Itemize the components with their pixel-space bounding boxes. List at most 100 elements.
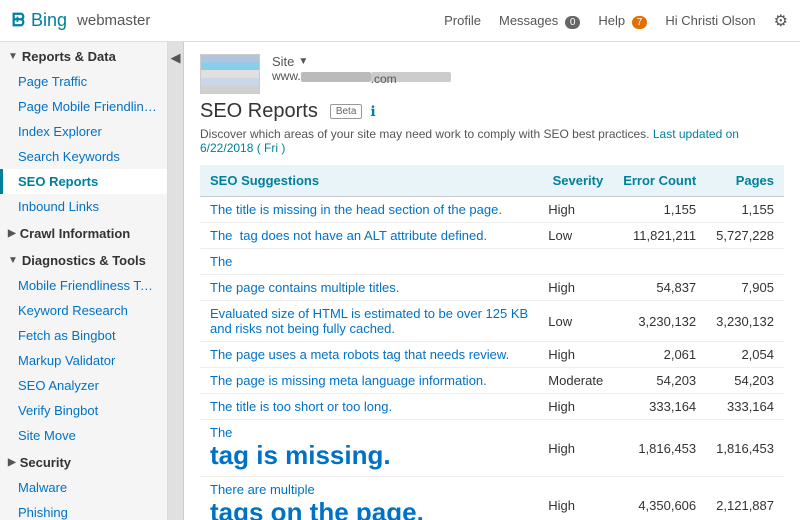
sidebar-item-phishing[interactable]: Phishing <box>0 500 167 520</box>
suggestion-link[interactable]: The title is missing in the head section… <box>210 202 502 217</box>
suggestion-link[interactable]: The page contains multiple titles. <box>210 280 399 295</box>
severity-cell: High <box>538 342 613 368</box>
suggestion-link[interactable]: tag is missing. <box>210 440 391 470</box>
collapse-icon: ◀ <box>171 50 181 66</box>
sidebar-item-search-keywords[interactable]: Search Keywords <box>0 144 167 169</box>
pages-cell: 333,164 <box>706 394 784 420</box>
sidebar-item-page-traffic[interactable]: Page Traffic <box>0 69 167 94</box>
sidebar-item-seo-reports[interactable]: SEO Reports <box>0 169 167 194</box>
sidebar: ▼ Reports & Data Page Traffic Page Mobil… <box>0 42 168 520</box>
pages-cell: 7,905 <box>706 275 784 301</box>
bing-text: Bing <box>31 10 67 31</box>
suggestion-cell: The page contains multiple titles. <box>200 275 538 301</box>
error-count-cell: 1,816,453 <box>613 420 706 477</box>
top-nav: ᗸ Bing webmaster Profile Messages 0 Help… <box>0 0 800 42</box>
arrow-security: ▶ <box>8 457 16 468</box>
user-greeting: Hi Christi Olson <box>665 13 755 28</box>
site-header: Site ▼ www..com <box>200 54 784 94</box>
suggestion-cell: Evaluated size of HTML is estimated to b… <box>200 301 538 342</box>
col-header-suggestion: SEO Suggestions <box>200 165 538 197</box>
sidebar-section-diagnostics[interactable]: ▼ Diagnostics & Tools <box>0 246 167 273</box>
table-row: The tag contains additional tags.</a> </… <box>200 249 784 275</box>
error-count-cell: 2,061 <box>613 342 706 368</box>
site-url-suffix: .com <box>371 72 451 82</box>
messages-badge: 0 <box>565 16 581 29</box>
page-description: Discover which areas of your site may ne… <box>200 127 784 155</box>
pages-cell: 1,816,453 <box>706 420 784 477</box>
profile-link[interactable]: Profile <box>444 13 481 28</box>
suggestion-cell: The title is too short or too long. <box>200 394 538 420</box>
sidebar-item-verify-bingbot[interactable]: Verify Bingbot <box>0 398 167 423</box>
table-row: There are multiple tags on the page. Hig… <box>200 477 784 520</box>
suggestion-link[interactable]: The title is too short or too long. <box>210 399 392 414</box>
severity-cell: High <box>538 197 613 223</box>
suggestion-link[interactable]: The page is missing meta language inform… <box>210 373 487 388</box>
table-row: The tag is missing. High 1,816,453 1,816… <box>200 420 784 477</box>
suggestion-cell: The title is missing in the head section… <box>200 197 538 223</box>
sidebar-item-markup-validator[interactable]: Markup Validator <box>0 348 167 373</box>
arrow-diagnostics: ▼ <box>8 255 18 266</box>
sidebar-item-seo-analyzer[interactable]: SEO Analyzer <box>0 373 167 398</box>
error-count-cell: 4,350,606 <box>613 477 706 520</box>
sidebar-item-fetch-bingbot[interactable]: Fetch as Bingbot <box>0 323 167 348</box>
sidebar-item-mobile-friendliness[interactable]: Page Mobile Friendliness <box>0 94 167 119</box>
sidebar-item-site-move[interactable]: Site Move <box>0 423 167 448</box>
table-row: The page uses a meta robots tag that nee… <box>200 342 784 368</box>
pages-cell: 54,203 <box>706 368 784 394</box>
table-row: The title is missing in the head section… <box>200 197 784 223</box>
col-header-severity: Severity <box>538 165 613 197</box>
messages-label: Messages <box>499 13 558 28</box>
sidebar-item-inbound-links[interactable]: Inbound Links <box>0 194 167 219</box>
page-title: SEO Reports <box>200 100 318 123</box>
messages-link[interactable]: Messages 0 <box>499 13 580 28</box>
sidebar-section-security[interactable]: ▶ Security <box>0 448 167 475</box>
sidebar-section-reports-label: Reports & Data <box>22 49 116 64</box>
suggestion-cell: The tag contains additional tags.</a> </… <box>200 249 538 275</box>
severity-cell: High <box>538 275 613 301</box>
suggestion-link[interactable]: tags on the page. <box>210 497 424 520</box>
site-url: www..com <box>272 69 451 83</box>
beta-badge: Beta <box>330 104 363 119</box>
pages-cell: 1,155 <box>706 197 784 223</box>
arrow-reports: ▼ <box>8 51 18 62</box>
suggestion-link[interactable]: The tag contains additional tags.</a> </… <box>210 254 232 269</box>
severity-cell: Low <box>538 301 613 342</box>
sidebar-section-security-label: Security <box>20 455 71 470</box>
suggestion-cell: The page uses a meta robots tag that nee… <box>200 342 538 368</box>
pages-cell: 2,121,887 <box>706 477 784 520</box>
table-row: The title is too short or too long. High… <box>200 394 784 420</box>
pages-cell: 3,230,132 <box>706 301 784 342</box>
severity-cell: Low <box>538 223 613 249</box>
top-nav-links: Profile Messages 0 Help 7 Hi Christi Ols… <box>444 11 788 31</box>
suggestion-link[interactable]: The page uses a meta robots tag that nee… <box>210 347 509 362</box>
site-label: Site <box>272 54 294 69</box>
error-count-cell: 333,164 <box>613 394 706 420</box>
severity-cell: High <box>538 477 613 520</box>
error-count-cell: 3,230,132 <box>613 301 706 342</box>
seo-table: SEO Suggestions Severity Error Count Pag… <box>200 165 784 520</box>
sidebar-item-keyword-research[interactable]: Keyword Research <box>0 298 167 323</box>
site-name-row: Site ▼ <box>272 54 451 69</box>
help-link[interactable]: Help 7 <box>598 13 647 28</box>
info-icon[interactable]: ℹ <box>370 103 375 120</box>
suggestion-link[interactable]: The tag does not have an ALT attribute d… <box>210 228 487 243</box>
site-dropdown-icon[interactable]: ▼ <box>298 56 308 67</box>
suggestion-cell: The page is missing meta language inform… <box>200 368 538 394</box>
suggestion-link[interactable]: The <box>210 425 232 440</box>
table-row: The tag does not have an ALT attribute d… <box>200 223 784 249</box>
description-text: Discover which areas of your site may ne… <box>200 127 650 141</box>
sidebar-item-malware[interactable]: Malware <box>0 475 167 500</box>
sidebar-section-crawl[interactable]: ▶ Crawl Information <box>0 219 167 246</box>
suggestion-link[interactable]: There are multiple <box>210 482 315 497</box>
sidebar-collapse[interactable]: ◀ <box>168 42 184 520</box>
sidebar-item-index-explorer[interactable]: Index Explorer <box>0 119 167 144</box>
suggestion-link[interactable]: Evaluated size of HTML is estimated to b… <box>210 306 528 336</box>
sidebar-item-mobile-test[interactable]: Mobile Friendliness Test <box>0 273 167 298</box>
table-row: The page is missing meta language inform… <box>200 368 784 394</box>
sidebar-section-reports[interactable]: ▼ Reports & Data <box>0 42 167 69</box>
settings-icon[interactable]: ⚙ <box>774 11 788 31</box>
content-area: Site ▼ www..com SEO Reports Beta ℹ Disco… <box>184 42 800 520</box>
thumbnail-image <box>201 55 259 93</box>
pages-cell: 2,054 <box>706 342 784 368</box>
logo: ᗸ Bing webmaster <box>12 10 150 31</box>
